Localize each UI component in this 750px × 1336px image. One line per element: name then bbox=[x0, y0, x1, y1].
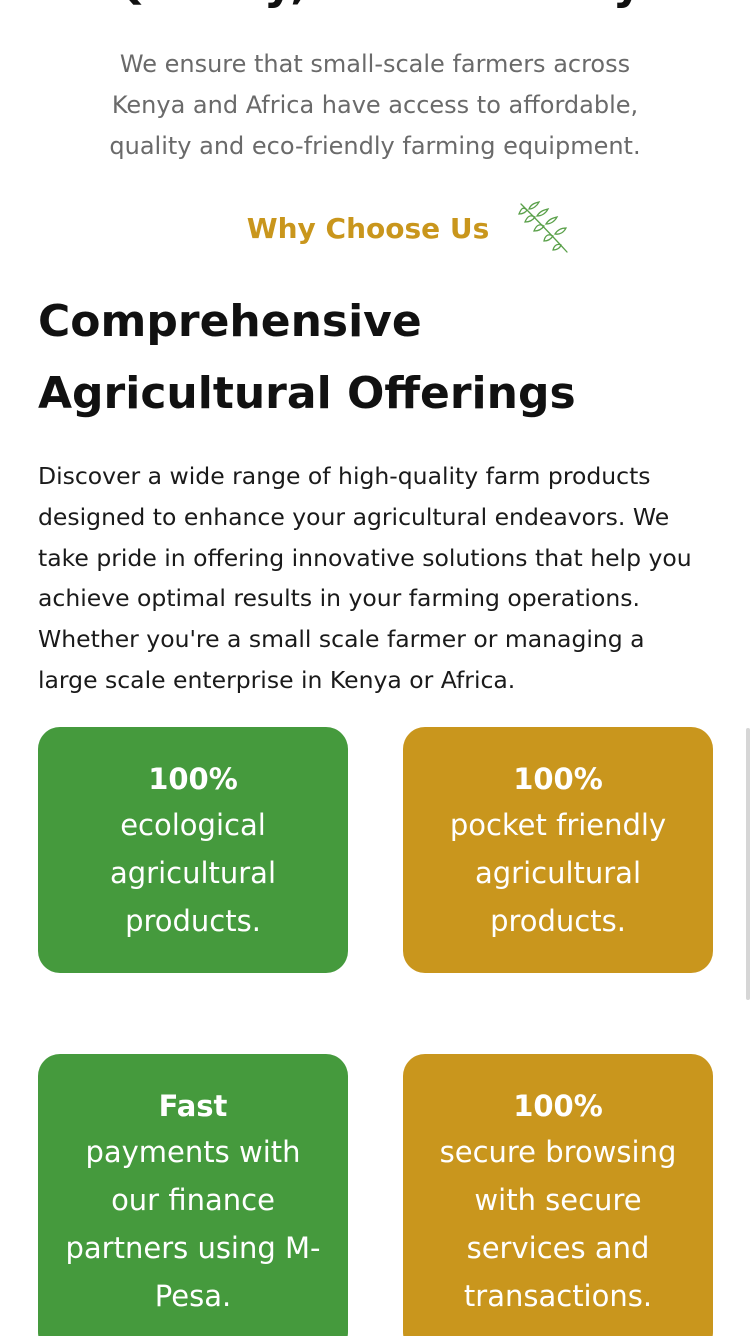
scrollbar[interactable] bbox=[746, 728, 750, 1000]
feature-card-ecological: 100% ecological agricultural products. bbox=[38, 727, 348, 973]
feature-card-pocket-friendly: 100% pocket friendly agricultural produc… bbox=[403, 727, 713, 973]
feature-text: secure browsing with secure services and… bbox=[439, 1135, 677, 1313]
feature-card-fast-payments: Fast payments with our finance partners … bbox=[38, 1054, 348, 1336]
mission-text: We ensure that small-scale farmers acros… bbox=[109, 50, 641, 160]
why-choose-us: Why Choose Us bbox=[0, 200, 750, 256]
feature-text: ecological agricultural products. bbox=[109, 808, 277, 938]
feature-text: payments with our finance partners using… bbox=[65, 1135, 321, 1313]
leaf-sprig-icon bbox=[518, 201, 568, 253]
feature-text: pocket friendly agricultural products. bbox=[449, 808, 667, 938]
why-choose-us-label: Why Choose Us bbox=[246, 211, 490, 245]
section-description: Discover a wide range of high-quality fa… bbox=[38, 462, 692, 694]
feature-headline: 100% bbox=[513, 762, 603, 796]
feature-headline: 100% bbox=[513, 1089, 603, 1123]
feature-headline: Fast bbox=[158, 1089, 228, 1123]
hero-heading: Quality, Eco-Friendly bbox=[0, 0, 750, 8]
feature-card-secure-browsing: 100% secure browsing with secure service… bbox=[403, 1054, 713, 1336]
section-title: Comprehensive Agricultural Offerings bbox=[38, 296, 576, 419]
page: Quality, Eco-Friendly We ensure that sma… bbox=[0, 0, 750, 1336]
feature-headline: 100% bbox=[148, 762, 238, 796]
